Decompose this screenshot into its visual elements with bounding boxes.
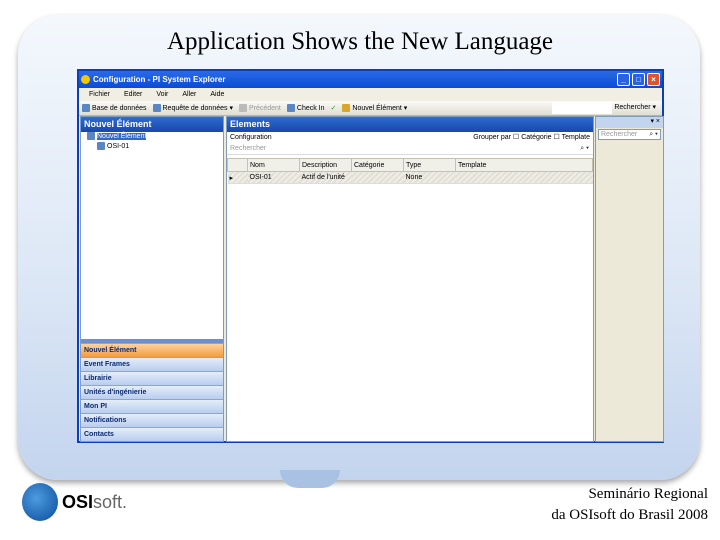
window-title: Configuration - PI System Explorer — [93, 75, 226, 84]
elements-grid: Nom Description Catégorie Type Template … — [227, 158, 593, 184]
cell-category — [351, 171, 404, 184]
elements-search-input[interactable]: Rechercher ⌕ ▾ — [227, 143, 593, 155]
nav-item-library[interactable]: Librairie — [81, 371, 223, 385]
query-icon — [152, 104, 161, 113]
table-row[interactable]: ▸ OSI-01 Actif de l'unité None — [227, 171, 593, 184]
menu-view[interactable]: Voir — [156, 88, 168, 101]
category-checkbox[interactable]: Catégorie — [521, 134, 551, 141]
toolbar: Base de données Requête de données ▾ Pré… — [79, 101, 662, 116]
nav-item-event-frames[interactable]: Event Frames — [81, 357, 223, 371]
osisoft-logo: OSIsoft. — [22, 483, 127, 521]
panel-decoration — [280, 470, 340, 488]
nav-item-new-element[interactable]: Nouvel Élément — [81, 343, 223, 357]
tree-item[interactable]: OSI-01 — [81, 142, 223, 152]
pin-icon[interactable]: ▾ — [650, 118, 654, 125]
close-button[interactable]: × — [647, 73, 660, 86]
checkin-button[interactable]: Check In — [286, 104, 325, 112]
new-element-button[interactable]: Nouvel Élément ▾ — [342, 104, 407, 113]
menu-file[interactable]: Fichier — [89, 88, 110, 101]
left-pane-header: Nouvel Élément — [81, 117, 223, 132]
tree-item[interactable]: Nouvel Élément — [81, 132, 223, 142]
column-header-template[interactable]: Template — [455, 158, 593, 172]
nav-item-my-pi[interactable]: Mon PI — [81, 399, 223, 413]
elements-header: Elements — [227, 117, 593, 132]
template-checkbox[interactable]: Template — [562, 134, 590, 141]
tree: Nouvel Élément OSI-01 — [81, 132, 223, 152]
navigation-panel: Nouvel Élément Event Frames Librairie Un… — [81, 339, 223, 441]
group-by-label: Grouper par — [473, 134, 512, 141]
cell-name: OSI-01 — [247, 171, 300, 184]
column-header-description[interactable]: Description — [299, 158, 352, 172]
slide-title: Application Shows the New Language — [166, 28, 554, 55]
maximize-button[interactable]: □ — [632, 73, 645, 86]
search-pane: ▾ × Rechercher ⌕ ▾ — [595, 116, 664, 442]
nav-item-contacts[interactable]: Contacts — [81, 427, 223, 441]
nav-item-units[interactable]: Unités d'ingénierie — [81, 385, 223, 399]
cell-type: None — [403, 171, 456, 184]
database-icon — [82, 104, 90, 112]
checkin-icon — [286, 104, 295, 112]
close-pane-icon[interactable]: × — [656, 118, 660, 125]
logo-mark-icon — [22, 483, 58, 521]
search-button[interactable]: Rechercher ▾ — [614, 103, 656, 111]
menu-bar: Fichier Editer Voir Aller Aide — [79, 88, 662, 101]
search-icon[interactable]: ⌕ ▾ — [580, 143, 589, 155]
breadcrumb[interactable]: Configuration — [230, 134, 272, 141]
new-element-icon — [342, 104, 351, 113]
menu-edit[interactable]: Editer — [124, 88, 142, 101]
slide-footer: Seminário Regional da OSIsoft do Brasil 2… — [551, 486, 708, 523]
cell-template — [455, 171, 593, 184]
back-icon — [238, 104, 247, 112]
menu-go[interactable]: Aller — [182, 88, 196, 101]
title-bar: Configuration - PI System Explorer _ □ × — [79, 71, 662, 88]
database-icon — [87, 132, 95, 141]
back-button[interactable]: Précédent — [238, 104, 281, 112]
cell-description: Actif de l'unité — [299, 171, 352, 184]
search-pane-input[interactable]: Rechercher ⌕ ▾ — [598, 129, 661, 140]
app-icon — [81, 75, 90, 84]
query-button[interactable]: Requête de données ▾ — [152, 104, 233, 113]
column-header-type[interactable]: Type — [403, 158, 456, 172]
nav-item-notifications[interactable]: Notifications — [81, 413, 223, 427]
elements-pane: Elements Configuration Grouper par ☐ Cat… — [226, 116, 594, 442]
app-window: Configuration - PI System Explorer _ □ × F… — [77, 69, 664, 443]
element-icon — [97, 142, 105, 151]
minimize-button[interactable]: _ — [617, 73, 630, 86]
toolbar-search-input[interactable] — [552, 102, 612, 114]
check-icon[interactable]: ✓ — [331, 104, 337, 112]
column-header-name[interactable]: Nom — [247, 158, 300, 172]
database-button[interactable]: Base de données — [82, 104, 147, 112]
menu-help[interactable]: Aide — [210, 88, 224, 101]
column-header-category[interactable]: Catégorie — [351, 158, 404, 172]
left-pane: Nouvel Élément Nouvel Élément OSI-01 Nou… — [80, 116, 224, 442]
